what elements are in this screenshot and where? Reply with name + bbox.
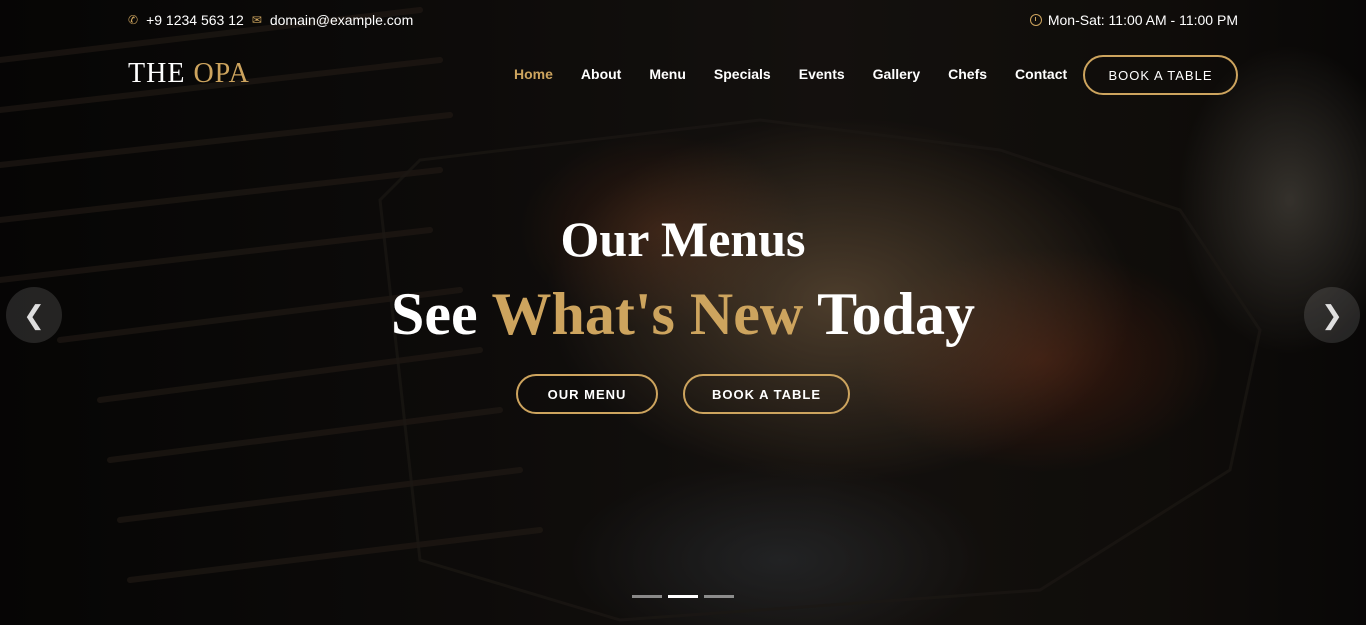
email-address[interactable]: domain@example.com xyxy=(270,12,413,28)
logo-accent: OPA xyxy=(193,58,250,89)
hero-section: ✆ +9 1234 563 12 ✉ domain@example.com Mo… xyxy=(0,0,1366,625)
clock-icon xyxy=(1029,14,1042,26)
hours-text: Mon-Sat: 11:00 AM - 11:00 PM xyxy=(1047,12,1238,28)
nav-specials[interactable]: Specials xyxy=(714,66,771,82)
chevron-left-icon: ❮ xyxy=(23,299,45,330)
contact-info: ✆ +9 1234 563 12 ✉ domain@example.com xyxy=(128,12,413,28)
book-table-button[interactable]: BOOK A TABLE xyxy=(683,374,850,414)
nav-chefs[interactable]: Chefs xyxy=(948,66,987,82)
carousel-indicator-1[interactable] xyxy=(632,595,662,598)
nav-gallery[interactable]: Gallery xyxy=(873,66,920,82)
carousel-indicators xyxy=(632,595,740,598)
hero-title: Our Menus xyxy=(560,211,806,267)
site-logo[interactable]: THE OPA xyxy=(128,58,250,90)
phone-number[interactable]: +9 1234 563 12 xyxy=(146,12,244,28)
book-table-button-header[interactable]: BOOK A TABLE xyxy=(1083,55,1238,95)
hero-subtitle-pre: See xyxy=(390,281,478,347)
carousel-indicator-3[interactable] xyxy=(704,595,734,598)
hero-subtitle-accent: What's New xyxy=(491,281,804,347)
top-bar: ✆ +9 1234 563 12 ✉ domain@example.com Mo… xyxy=(0,0,1366,40)
carousel-indicator-2[interactable] xyxy=(668,595,698,598)
main-nav: Home About Menu Specials Events Gallery … xyxy=(514,66,1095,82)
hero-subtitle-post: Today xyxy=(817,281,976,347)
nav-events[interactable]: Events xyxy=(799,66,845,82)
carousel-next-button[interactable]: ❯ xyxy=(1304,287,1360,343)
nav-home[interactable]: Home xyxy=(514,66,553,82)
envelope-icon: ✉ xyxy=(251,13,262,27)
phone-icon: ✆ xyxy=(128,13,139,27)
carousel-prev-button[interactable]: ❮ xyxy=(6,287,62,343)
our-menu-button[interactable]: OUR MENU xyxy=(516,374,658,414)
hero-subtitle: See What's New Today xyxy=(0,280,1366,349)
chevron-right-icon: ❯ xyxy=(1321,299,1343,330)
nav-menu[interactable]: Menu xyxy=(649,66,686,82)
nav-contact[interactable]: Contact xyxy=(1015,66,1067,82)
logo-main: THE xyxy=(128,58,186,89)
opening-hours: Mon-Sat: 11:00 AM - 11:00 PM xyxy=(1029,12,1238,28)
nav-about[interactable]: About xyxy=(581,66,621,82)
